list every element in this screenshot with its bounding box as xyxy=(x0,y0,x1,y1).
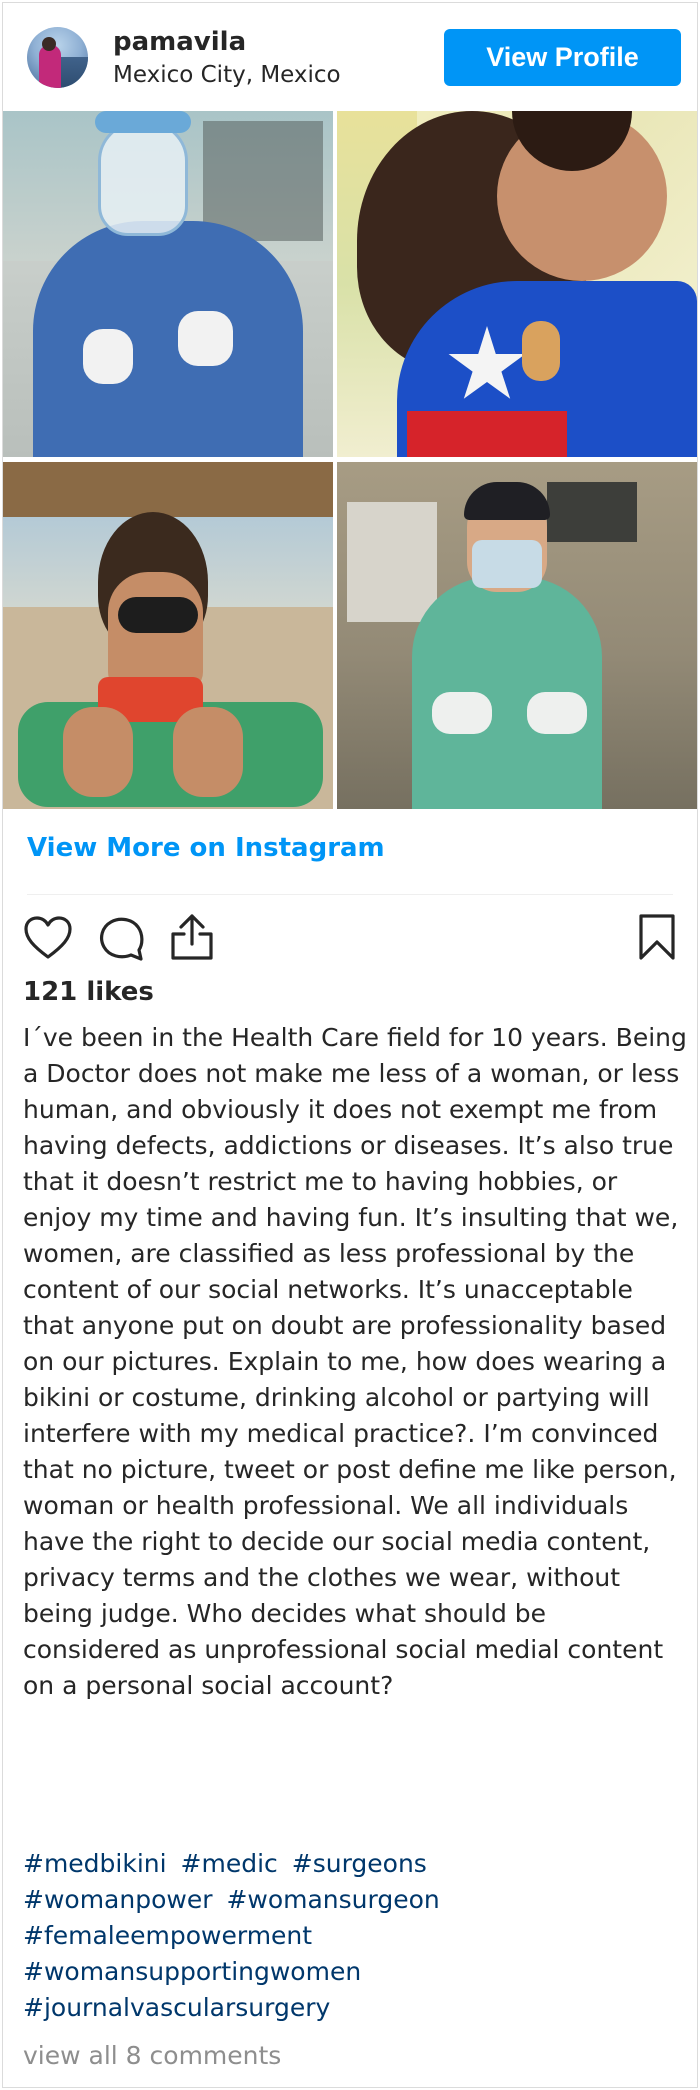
divider xyxy=(27,894,673,895)
comment-icon[interactable] xyxy=(97,914,145,962)
heart-icon[interactable] xyxy=(23,915,73,961)
hashtag-link[interactable]: #womansurgeon xyxy=(226,1885,439,1914)
hashtag-link[interactable]: #medic xyxy=(181,1849,278,1878)
hashtag-link[interactable]: #femaleempowerment xyxy=(23,1921,312,1950)
location[interactable]: Mexico City, Mexico xyxy=(113,62,341,88)
view-comments-link[interactable]: view all 8 comments xyxy=(23,2041,281,2070)
post-caption: I´ve been in the Health Care field for 1… xyxy=(23,1023,695,1700)
post-photo-4[interactable] xyxy=(337,462,697,809)
likes-count[interactable]: 121 likes xyxy=(23,977,154,1007)
avatar[interactable] xyxy=(27,27,88,88)
share-icon[interactable] xyxy=(169,912,215,962)
view-more-link[interactable]: View More on Instagram xyxy=(27,833,385,863)
post-header: pamavila Mexico City, Mexico View Profil… xyxy=(3,3,697,111)
username[interactable]: pamavila xyxy=(113,27,246,57)
post-photo-2[interactable] xyxy=(337,111,697,457)
hashtag-link[interactable]: #surgeons xyxy=(292,1849,427,1878)
bookmark-icon[interactable] xyxy=(637,912,677,962)
hashtag-link[interactable]: #medbikini xyxy=(23,1849,167,1878)
instagram-embed-card: pamavila Mexico City, Mexico View Profil… xyxy=(2,2,698,2088)
post-photo-1[interactable] xyxy=(3,111,333,457)
hashtags: #medbikini #medic #surgeons #womanpower … xyxy=(23,1846,683,2026)
view-profile-button[interactable]: View Profile xyxy=(444,29,681,86)
hashtag-link[interactable]: #journalvascularsurgery xyxy=(23,1993,330,2022)
photo-grid xyxy=(3,111,697,809)
hashtag-link[interactable]: #womansupportingwomen xyxy=(23,1957,361,1986)
post-photo-3[interactable] xyxy=(3,462,333,809)
hashtag-link[interactable]: #womanpower xyxy=(23,1885,212,1914)
